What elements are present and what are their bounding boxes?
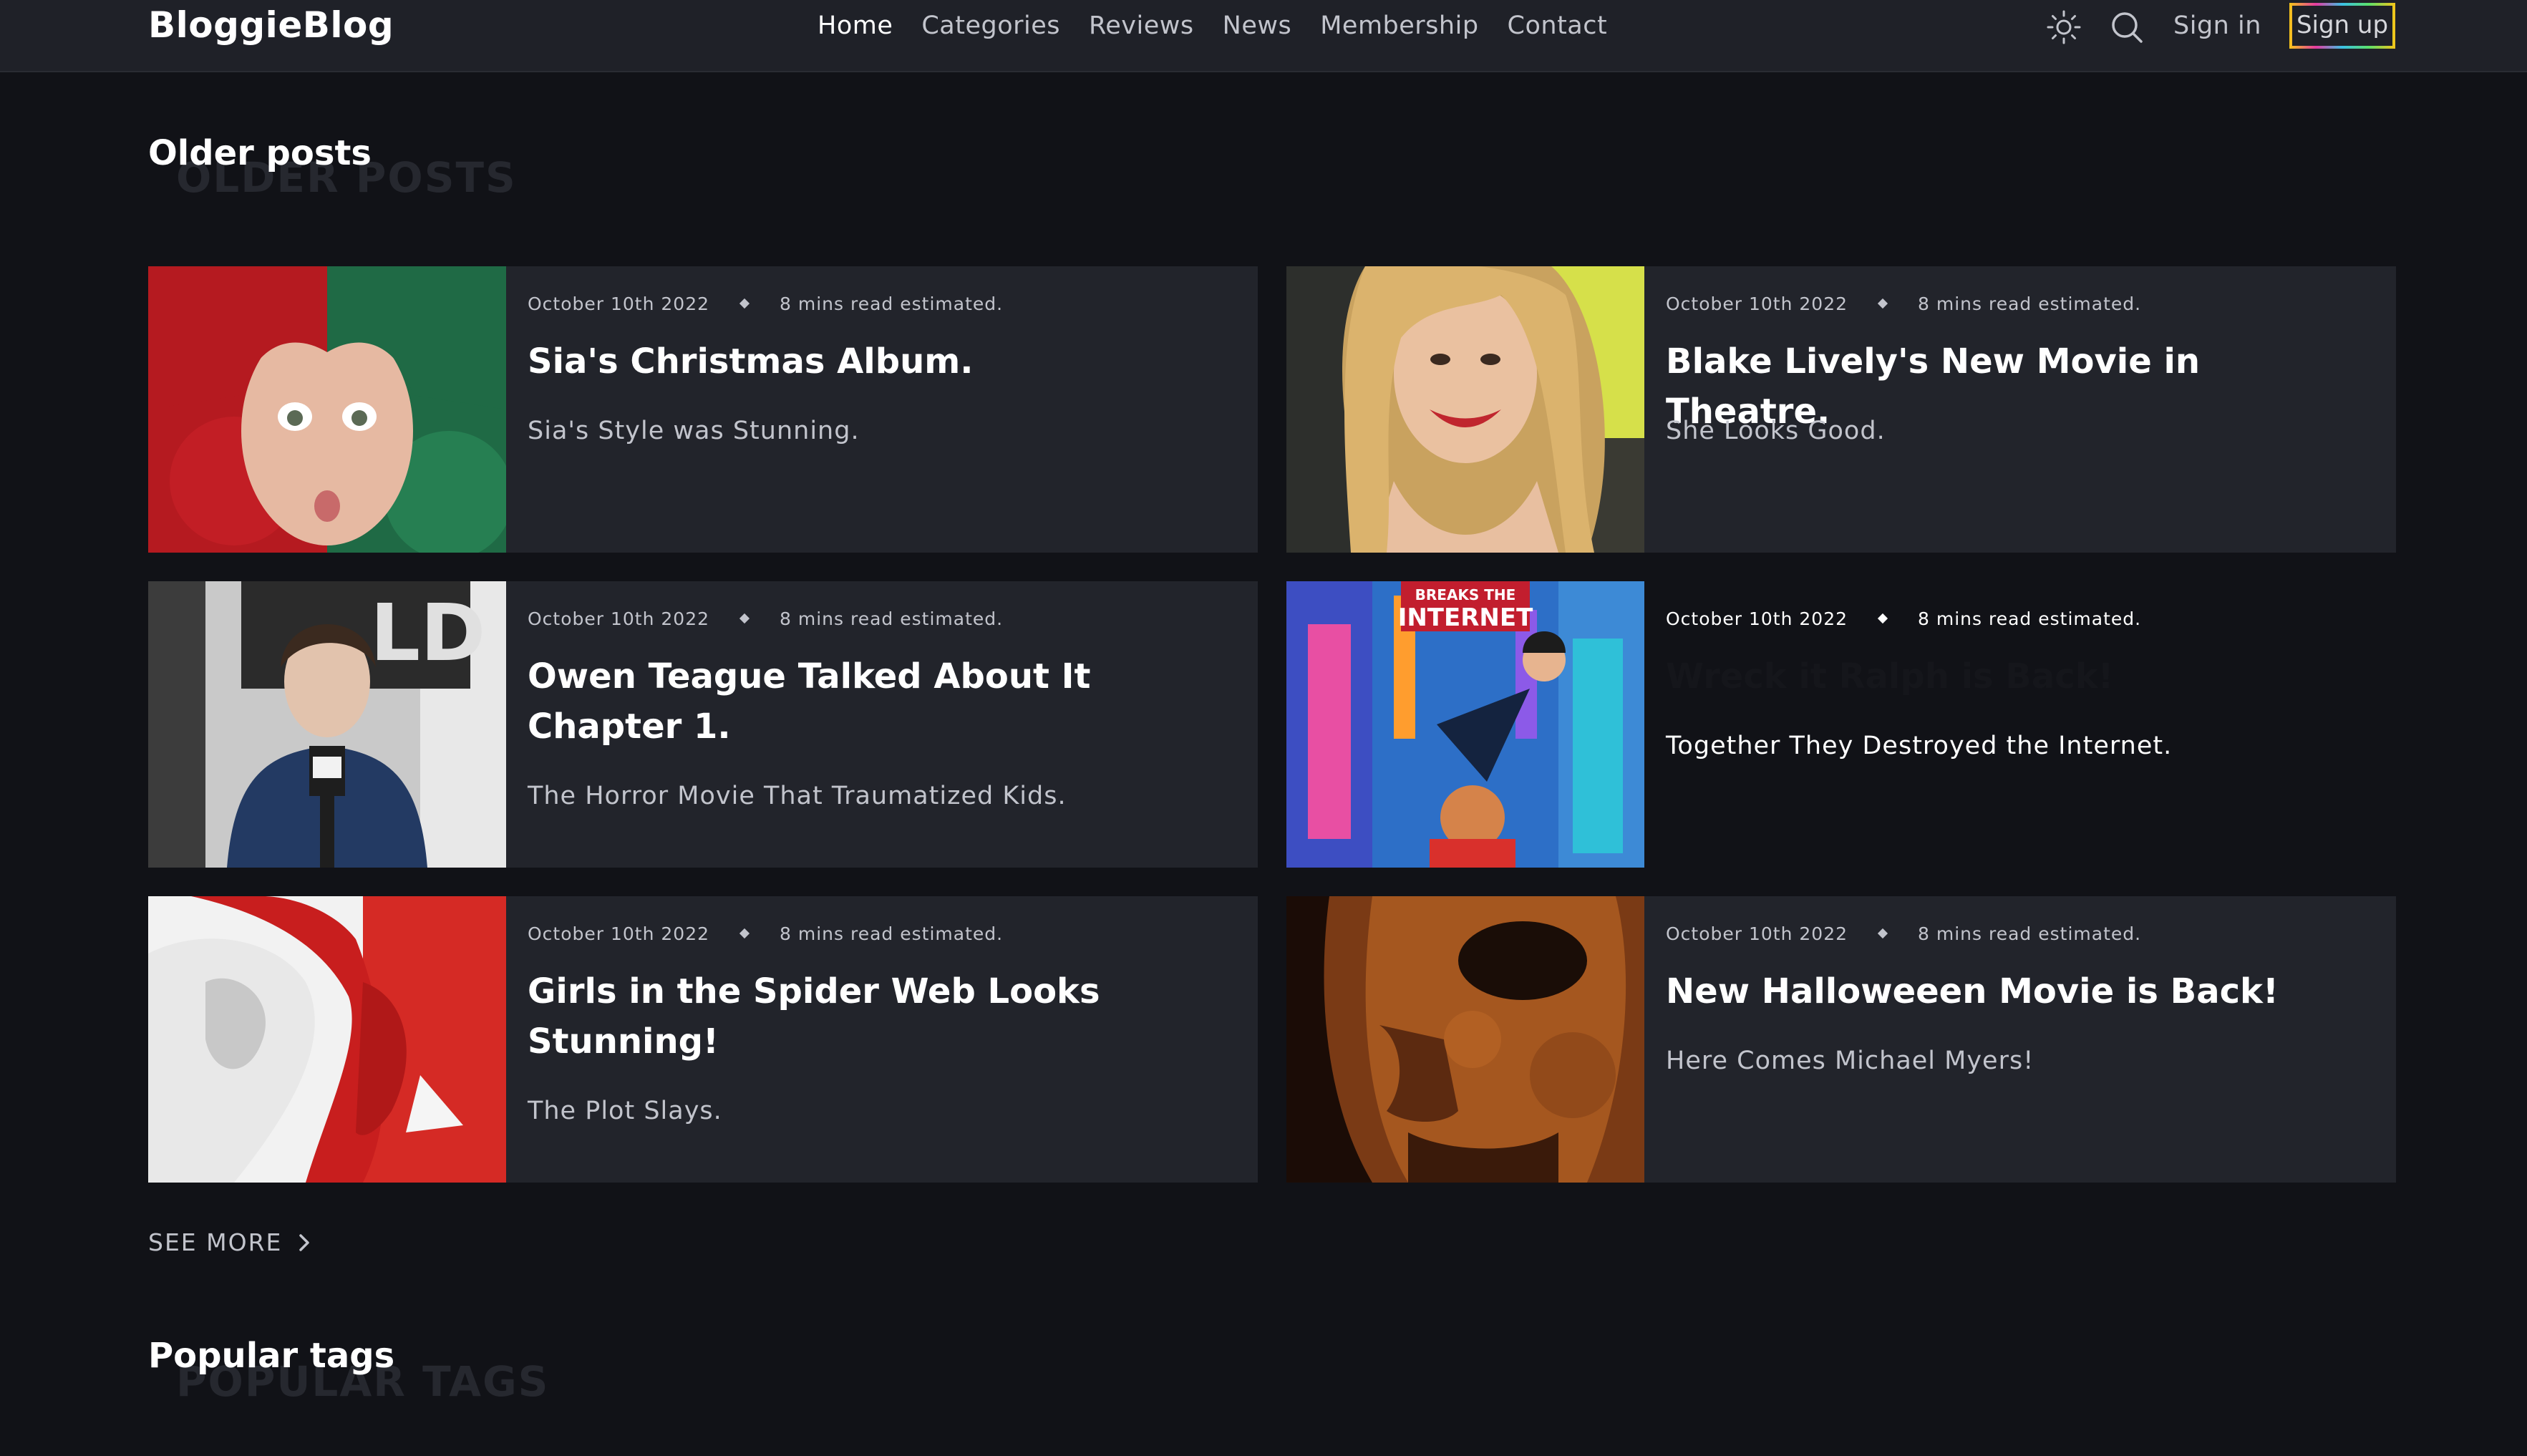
signin-link[interactable]: Sign in [2173, 11, 2261, 40]
diamond-icon [739, 298, 750, 309]
post-body: October 10th 2022 8 mins read estimated. … [1666, 266, 2382, 553]
post-card[interactable]: LD October 10th 2022 8 mins read estimate… [148, 581, 1258, 868]
post-meta: October 10th 2022 8 mins read estimated. [528, 293, 1003, 314]
post-thumbnail[interactable] [148, 896, 506, 1183]
post-thumbnail[interactable] [148, 266, 506, 553]
post-date: October 10th 2022 [528, 293, 710, 314]
post-card[interactable]: October 10th 2022 8 mins read estimated. … [1286, 266, 2396, 553]
post-date: October 10th 2022 [528, 923, 710, 944]
svg-text:BREAKS THE: BREAKS THE [1415, 586, 1516, 603]
signup-button[interactable]: Sign up [2289, 3, 2395, 49]
nav-membership[interactable]: Membership [1320, 11, 1478, 40]
search-icon[interactable] [2107, 7, 2147, 47]
post-read-time: 8 mins read estimated. [780, 608, 1004, 629]
diamond-icon [739, 928, 750, 939]
post-title[interactable]: Girls in the Spider Web Looks Stunning! [528, 966, 1229, 1067]
post-read-time: 8 mins read estimated. [780, 923, 1004, 944]
post-card[interactable]: October 10th 2022 8 mins read estimated. … [148, 896, 1258, 1183]
post-date: October 10th 2022 [1666, 293, 1848, 314]
signup-label: Sign up [2292, 6, 2392, 46]
post-meta: October 10th 2022 8 mins read estimated. [1666, 293, 2141, 314]
older-posts-heading: Older posts [148, 133, 372, 173]
post-meta: October 10th 2022 8 mins read estimated. [1666, 608, 2141, 629]
top-navbar: BloggieBlog Home Categories Reviews News… [0, 0, 2527, 72]
post-thumbnail[interactable] [1286, 896, 1644, 1183]
sun-icon[interactable] [2044, 7, 2084, 47]
nav-contact[interactable]: Contact [1508, 11, 1608, 40]
post-date: October 10th 2022 [1666, 923, 1848, 944]
post-title[interactable]: New Halloweeen Movie is Back! [1666, 966, 2367, 1016]
post-read-time: 8 mins read estimated. [1918, 293, 2142, 314]
post-excerpt: Together They Destroyed the Internet. [1666, 732, 2173, 760]
post-body: October 10th 2022 8 mins read estimated. … [1666, 581, 2382, 868]
post-body: October 10th 2022 8 mins read estimated. … [528, 266, 1243, 553]
post-title[interactable]: Wreck it Ralph is Back! [1666, 651, 2367, 702]
post-body: October 10th 2022 8 mins read estimated. … [528, 896, 1243, 1183]
main-menu: Home Categories Reviews News Membership … [818, 11, 1636, 40]
post-thumbnail[interactable] [1286, 266, 1644, 553]
post-thumbnail[interactable]: BREAKS THE INTERNET [1286, 581, 1644, 868]
post-excerpt: She Looks Good. [1666, 417, 1886, 445]
post-read-time: 8 mins read estimated. [1918, 608, 2142, 629]
post-excerpt: Here Comes Michael Myers! [1666, 1047, 2034, 1075]
post-title[interactable]: Owen Teague Talked About It Chapter 1. [528, 651, 1229, 752]
svg-text:LD: LD [370, 587, 485, 679]
post-body: October 10th 2022 8 mins read estimated. … [528, 581, 1243, 868]
post-thumbnail[interactable]: LD [148, 581, 506, 868]
see-more-link[interactable]: SEE MORE [148, 1228, 315, 1256]
nav-news[interactable]: News [1223, 11, 1292, 40]
brand-logo[interactable]: BloggieBlog [148, 4, 394, 46]
nav-reviews[interactable]: Reviews [1089, 11, 1194, 40]
post-date: October 10th 2022 [528, 608, 710, 629]
nav-home[interactable]: Home [818, 11, 893, 40]
nav-categories[interactable]: Categories [921, 11, 1060, 40]
diamond-icon [739, 613, 750, 624]
diamond-icon [1877, 298, 1888, 309]
post-card[interactable]: BREAKS THE INTERNET October 10th 2022 8 m… [1286, 581, 2396, 868]
diamond-icon [1877, 928, 1888, 939]
post-read-time: 8 mins read estimated. [780, 293, 1004, 314]
post-meta: October 10th 2022 8 mins read estimated. [528, 608, 1003, 629]
post-excerpt: The Horror Movie That Traumatized Kids. [528, 782, 1067, 810]
post-excerpt: Sia's Style was Stunning. [528, 417, 860, 445]
post-read-time: 8 mins read estimated. [1918, 923, 2142, 944]
post-meta: October 10th 2022 8 mins read estimated. [528, 923, 1003, 944]
diamond-icon [1877, 613, 1888, 624]
svg-text:INTERNET: INTERNET [1398, 603, 1533, 632]
post-title[interactable]: Sia's Christmas Album. [528, 336, 1229, 387]
post-meta: October 10th 2022 8 mins read estimated. [1666, 923, 2141, 944]
post-excerpt: The Plot Slays. [528, 1097, 722, 1125]
post-date: October 10th 2022 [1666, 608, 1848, 629]
post-card[interactable]: October 10th 2022 8 mins read estimated. … [1286, 896, 2396, 1183]
post-card[interactable]: October 10th 2022 8 mins read estimated. … [148, 266, 1258, 553]
see-more-label: SEE MORE [148, 1228, 283, 1256]
post-body: October 10th 2022 8 mins read estimated. … [1666, 896, 2382, 1183]
popular-tags-heading: Popular tags [148, 1336, 395, 1376]
chevron-right-icon [299, 1233, 310, 1251]
